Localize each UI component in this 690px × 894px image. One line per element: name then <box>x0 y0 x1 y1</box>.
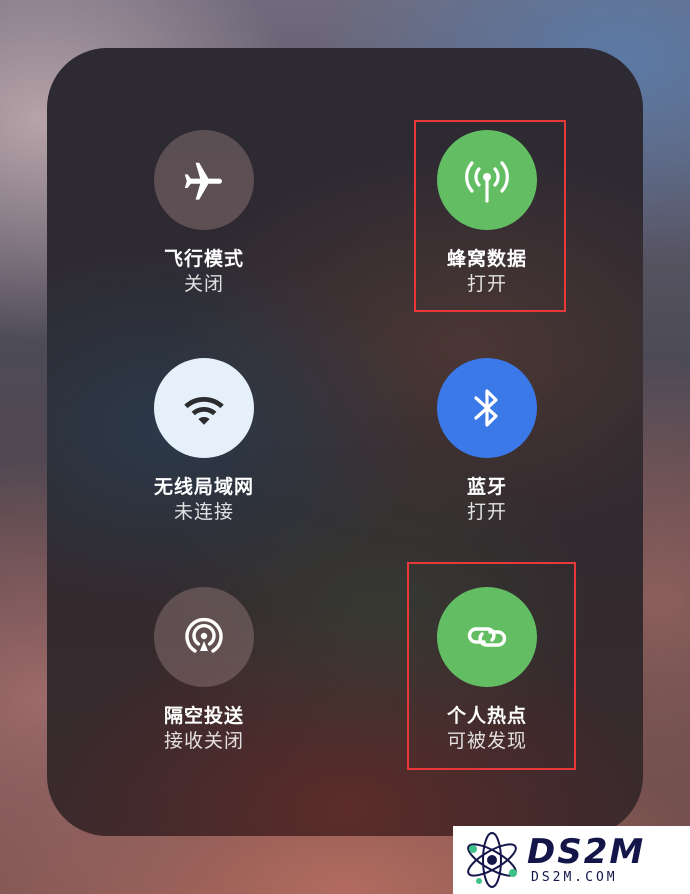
airplane-mode-status: 关闭 <box>183 273 224 295</box>
tile-airplane-mode[interactable]: 飞行模式 关闭 <box>104 130 304 297</box>
wifi-label: 无线局域网 <box>153 476 254 498</box>
tile-airdrop[interactable]: 隔空投送 接收关闭 <box>104 587 304 754</box>
highlight-box-hotspot <box>407 562 576 770</box>
tile-bluetooth[interactable]: 蓝牙 打开 <box>387 358 587 525</box>
wifi-status: 未连接 <box>173 501 234 523</box>
airdrop-icon <box>185 617 223 653</box>
airplane-icon <box>184 162 222 200</box>
bluetooth-toggle[interactable] <box>437 358 537 458</box>
highlight-box-cellular <box>414 120 566 312</box>
watermark-text: DS2M <box>527 832 646 872</box>
wifi-toggle[interactable] <box>154 358 254 458</box>
watermark: DS2M DS2M.COM <box>453 826 690 894</box>
airdrop-label: 隔空投送 <box>163 705 244 727</box>
atom-logo <box>467 832 517 888</box>
tile-wifi[interactable]: 无线局域网 未连接 <box>104 358 304 525</box>
airdrop-status: 接收关闭 <box>163 730 244 752</box>
wifi-icon <box>184 397 224 425</box>
watermark-domain: DS2M.COM <box>531 870 618 885</box>
airplane-mode-label: 飞行模式 <box>163 248 244 270</box>
airplane-mode-toggle[interactable] <box>154 130 254 230</box>
bluetooth-status: 打开 <box>466 501 507 523</box>
bluetooth-label: 蓝牙 <box>466 476 507 498</box>
airdrop-toggle[interactable] <box>154 587 254 687</box>
bluetooth-icon <box>474 389 498 427</box>
